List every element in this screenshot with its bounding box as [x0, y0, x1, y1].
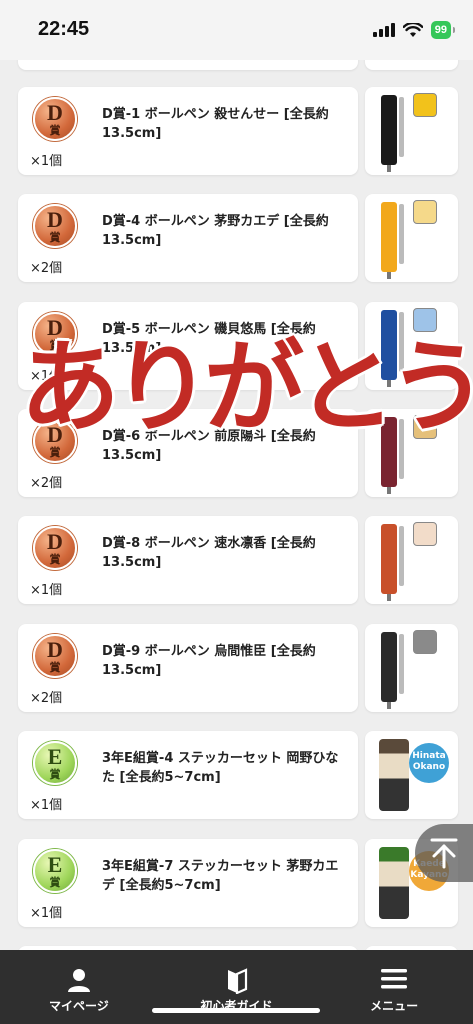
wifi-icon [402, 22, 423, 37]
prize-title: D賞-8 ボールペン 速水凛香 [全長約13.5cm] [102, 536, 316, 570]
prize-card[interactable]: D 賞 D賞-8 ボールペン 速水凛香 [全長約13.5cm] ×1個 [18, 516, 358, 604]
tab-menu[interactable]: メニュー [315, 950, 473, 1024]
prize-thumbnail[interactable]: Hinata Okano [365, 731, 458, 819]
tab-label: メニュー [370, 999, 419, 1013]
prize-thumbnail[interactable] [365, 87, 458, 175]
sticker-logo: Hinata Okano [409, 743, 449, 783]
d-prize-badge-icon: D 賞 [33, 526, 77, 570]
list-item[interactable]: E 賞 3年E組賞-7 ステッカーセット 茅野カエデ [全長約5~7cm] ×1… [18, 839, 458, 927]
prize-card[interactable]: D 賞 D賞-4 ボールペン 茅野カエデ [全長約13.5cm] ×2個 [18, 194, 358, 282]
charm-image [413, 630, 437, 654]
pen-image [381, 524, 397, 594]
prize-quantity: ×2個 [30, 476, 63, 491]
d-prize-badge-icon: D 賞 [33, 204, 77, 248]
scroll-to-top-button[interactable] [415, 824, 473, 882]
prize-title: D賞-1 ボールペン 殺せんせー [全長約13.5cm] [102, 107, 329, 141]
status-bar: 22:45 99 [0, 0, 473, 60]
prize-title: 3年E組賞-7 ステッカーセット 茅野カエデ [全長約5~7cm] [102, 859, 339, 893]
thank-you-overlay: ありがとう [20, 327, 473, 448]
hamburger-icon [381, 969, 408, 989]
status-icons: 99 [372, 20, 456, 40]
e-prize-badge-icon: E 賞 [33, 849, 77, 893]
book-icon [227, 968, 247, 994]
d-prize-badge-icon: D 賞 [33, 97, 77, 141]
list-item[interactable]: D 賞 D賞-8 ボールペン 速水凛香 [全長約13.5cm] ×1個 [18, 516, 458, 604]
prize-card[interactable]: D 賞 D賞-9 ボールペン 烏間惟臣 [全長約13.5cm] ×2個 [18, 624, 358, 712]
prize-card[interactable]: E 賞 3年E組賞-7 ステッカーセット 茅野カエデ [全長約5~7cm] ×1… [18, 839, 358, 927]
arrow-up-icon [430, 838, 458, 869]
list-item[interactable]: E 賞 3年E組賞-4 ステッカーセット 岡野ひなた [全長約5~7cm] ×1… [18, 731, 458, 819]
prize-title: D賞-9 ボールペン 烏間惟臣 [全長約13.5cm] [102, 644, 316, 678]
battery-indicator: 99 [430, 21, 456, 39]
sticker-image [379, 739, 409, 811]
charm-image [413, 200, 437, 224]
prize-title: 3年E組賞-4 ステッカーセット 岡野ひなた [全長約5~7cm] [102, 751, 339, 785]
prize-card[interactable]: D 賞 D賞-1 ボールペン 殺せんせー [全長約13.5cm] ×1個 [18, 87, 358, 175]
pen-image [381, 95, 397, 165]
prize-quantity: ×1個 [30, 583, 63, 598]
pen-image [381, 632, 397, 702]
prize-list[interactable]: D 賞 D賞-1 ボールペン 殺せんせー [全長約13.5cm] ×1個 D 賞… [0, 0, 473, 950]
list-item[interactable]: D 賞 D賞-1 ボールペン 殺せんせー [全長約13.5cm] ×1個 [18, 87, 458, 175]
charm-image [413, 93, 437, 117]
list-item[interactable]: D 賞 D賞-9 ボールペン 烏間惟臣 [全長約13.5cm] ×2個 [18, 624, 458, 712]
prize-title: D賞-4 ボールペン 茅野カエデ [全長約13.5cm] [102, 214, 329, 248]
prize-card[interactable]: E 賞 3年E組賞-4 ステッカーセット 岡野ひなた [全長約5~7cm] ×1… [18, 731, 358, 819]
status-time: 22:45 [38, 18, 90, 40]
prize-quantity: ×1個 [30, 154, 63, 169]
sticker-image [379, 847, 409, 919]
prize-quantity: ×2個 [30, 691, 63, 706]
prize-thumbnail[interactable] [365, 624, 458, 712]
home-indicator [152, 1008, 320, 1013]
prize-thumbnail[interactable] [365, 516, 458, 604]
tab-mypage[interactable]: マイページ [0, 950, 158, 1024]
list-item[interactable]: D 賞 D賞-4 ボールペン 茅野カエデ [全長約13.5cm] ×2個 [18, 194, 458, 282]
d-prize-badge-icon: D 賞 [33, 634, 77, 678]
person-icon [67, 969, 90, 992]
charm-image [413, 522, 437, 546]
e-prize-badge-icon: E 賞 [33, 741, 77, 785]
tab-label: マイページ [48, 999, 109, 1013]
prize-quantity: ×1個 [30, 798, 63, 813]
prize-quantity: ×1個 [30, 906, 63, 921]
prize-thumbnail[interactable] [365, 194, 458, 282]
prize-quantity: ×2個 [30, 261, 63, 276]
pen-image [381, 202, 397, 272]
signal-icon [372, 23, 395, 37]
